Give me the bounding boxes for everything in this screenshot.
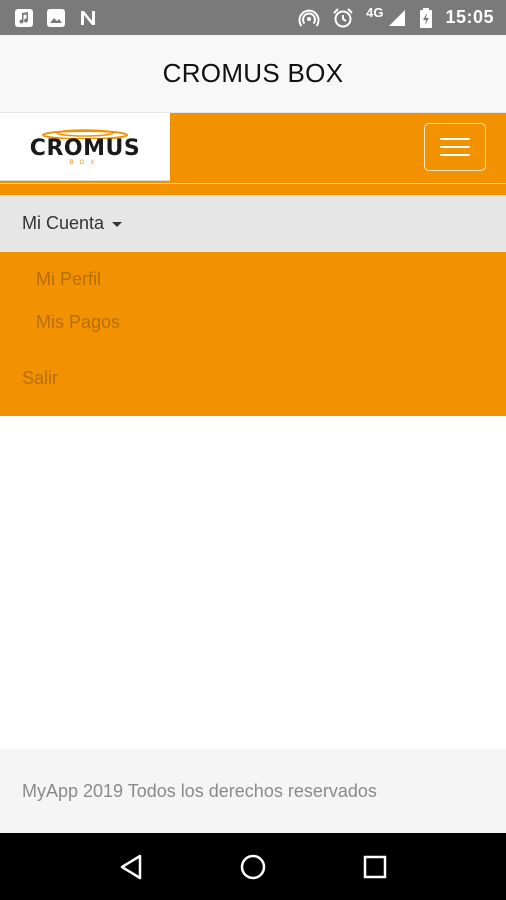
menu-item-mis-pagos[interactable]: Mis Pagos xyxy=(36,312,120,333)
app-title-bar: CROMUS BOX xyxy=(0,35,506,113)
back-button[interactable] xyxy=(101,842,161,892)
menu-item-mi-perfil[interactable]: Mi Perfil xyxy=(36,269,101,290)
android-nav-bar xyxy=(0,833,506,900)
hotspot-icon xyxy=(298,7,320,29)
status-notifications xyxy=(14,8,98,28)
image-icon xyxy=(46,8,66,28)
recents-button[interactable] xyxy=(345,842,405,892)
status-time: 15:05 xyxy=(445,7,494,27)
account-dropdown-toggle[interactable]: Mi Cuenta xyxy=(0,195,506,252)
signal-icon xyxy=(387,8,407,28)
music-note-icon xyxy=(14,8,34,28)
brand-logo[interactable]: CROMUS BOX xyxy=(0,113,170,181)
back-triangle-icon xyxy=(120,854,142,879)
menu-toggle-button[interactable] xyxy=(424,123,486,171)
network-type: 4G xyxy=(366,5,384,20)
status-system: 4G 15:05 xyxy=(298,5,494,29)
account-label: Mi Cuenta xyxy=(22,213,105,233)
app-title: CROMUS BOX xyxy=(162,58,344,88)
hamburger-menu-icon xyxy=(440,138,470,140)
footer: MyApp 2019 Todos los derechos reservados xyxy=(0,749,506,833)
brand-subtext: BOX xyxy=(69,160,101,166)
brand-name: CROMUS xyxy=(29,136,141,161)
battery-icon xyxy=(419,7,433,29)
n-notification-icon xyxy=(78,8,98,28)
alarm-icon xyxy=(332,7,354,29)
status-bar: 4G 15:05 xyxy=(0,0,506,35)
footer-copyright: MyApp 2019 Todos los derechos reservados xyxy=(22,780,377,801)
logout-link[interactable]: Salir xyxy=(22,368,58,389)
home-circle-icon xyxy=(240,854,266,879)
home-button[interactable] xyxy=(223,842,283,892)
navbar: CROMUS BOX xyxy=(0,113,506,185)
menu-panel: Mi Perfil Mis Pagos Salir xyxy=(0,252,506,416)
navbar-divider xyxy=(0,183,506,195)
caret-down-icon xyxy=(112,222,123,227)
recents-square-icon xyxy=(363,855,387,878)
